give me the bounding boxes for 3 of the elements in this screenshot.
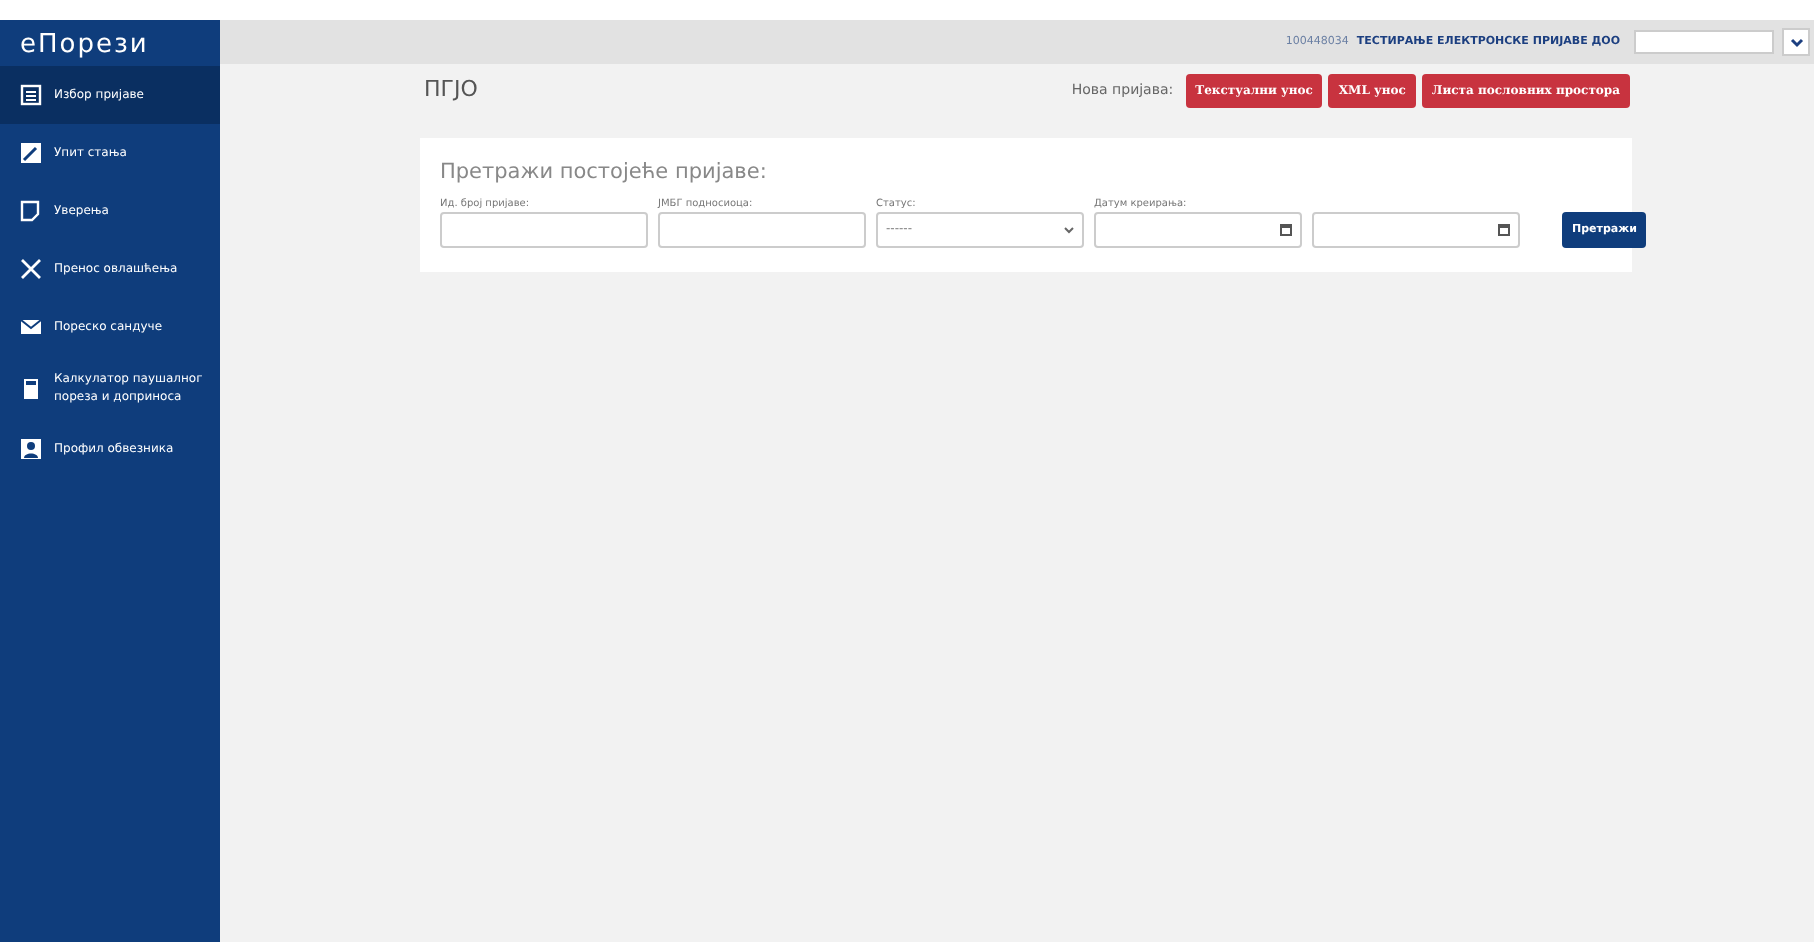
page-title: ПГЈО (424, 74, 478, 107)
logo[interactable]: еПорези (0, 20, 220, 66)
search-title: Претражи постојеће пријаве: (440, 158, 769, 188)
